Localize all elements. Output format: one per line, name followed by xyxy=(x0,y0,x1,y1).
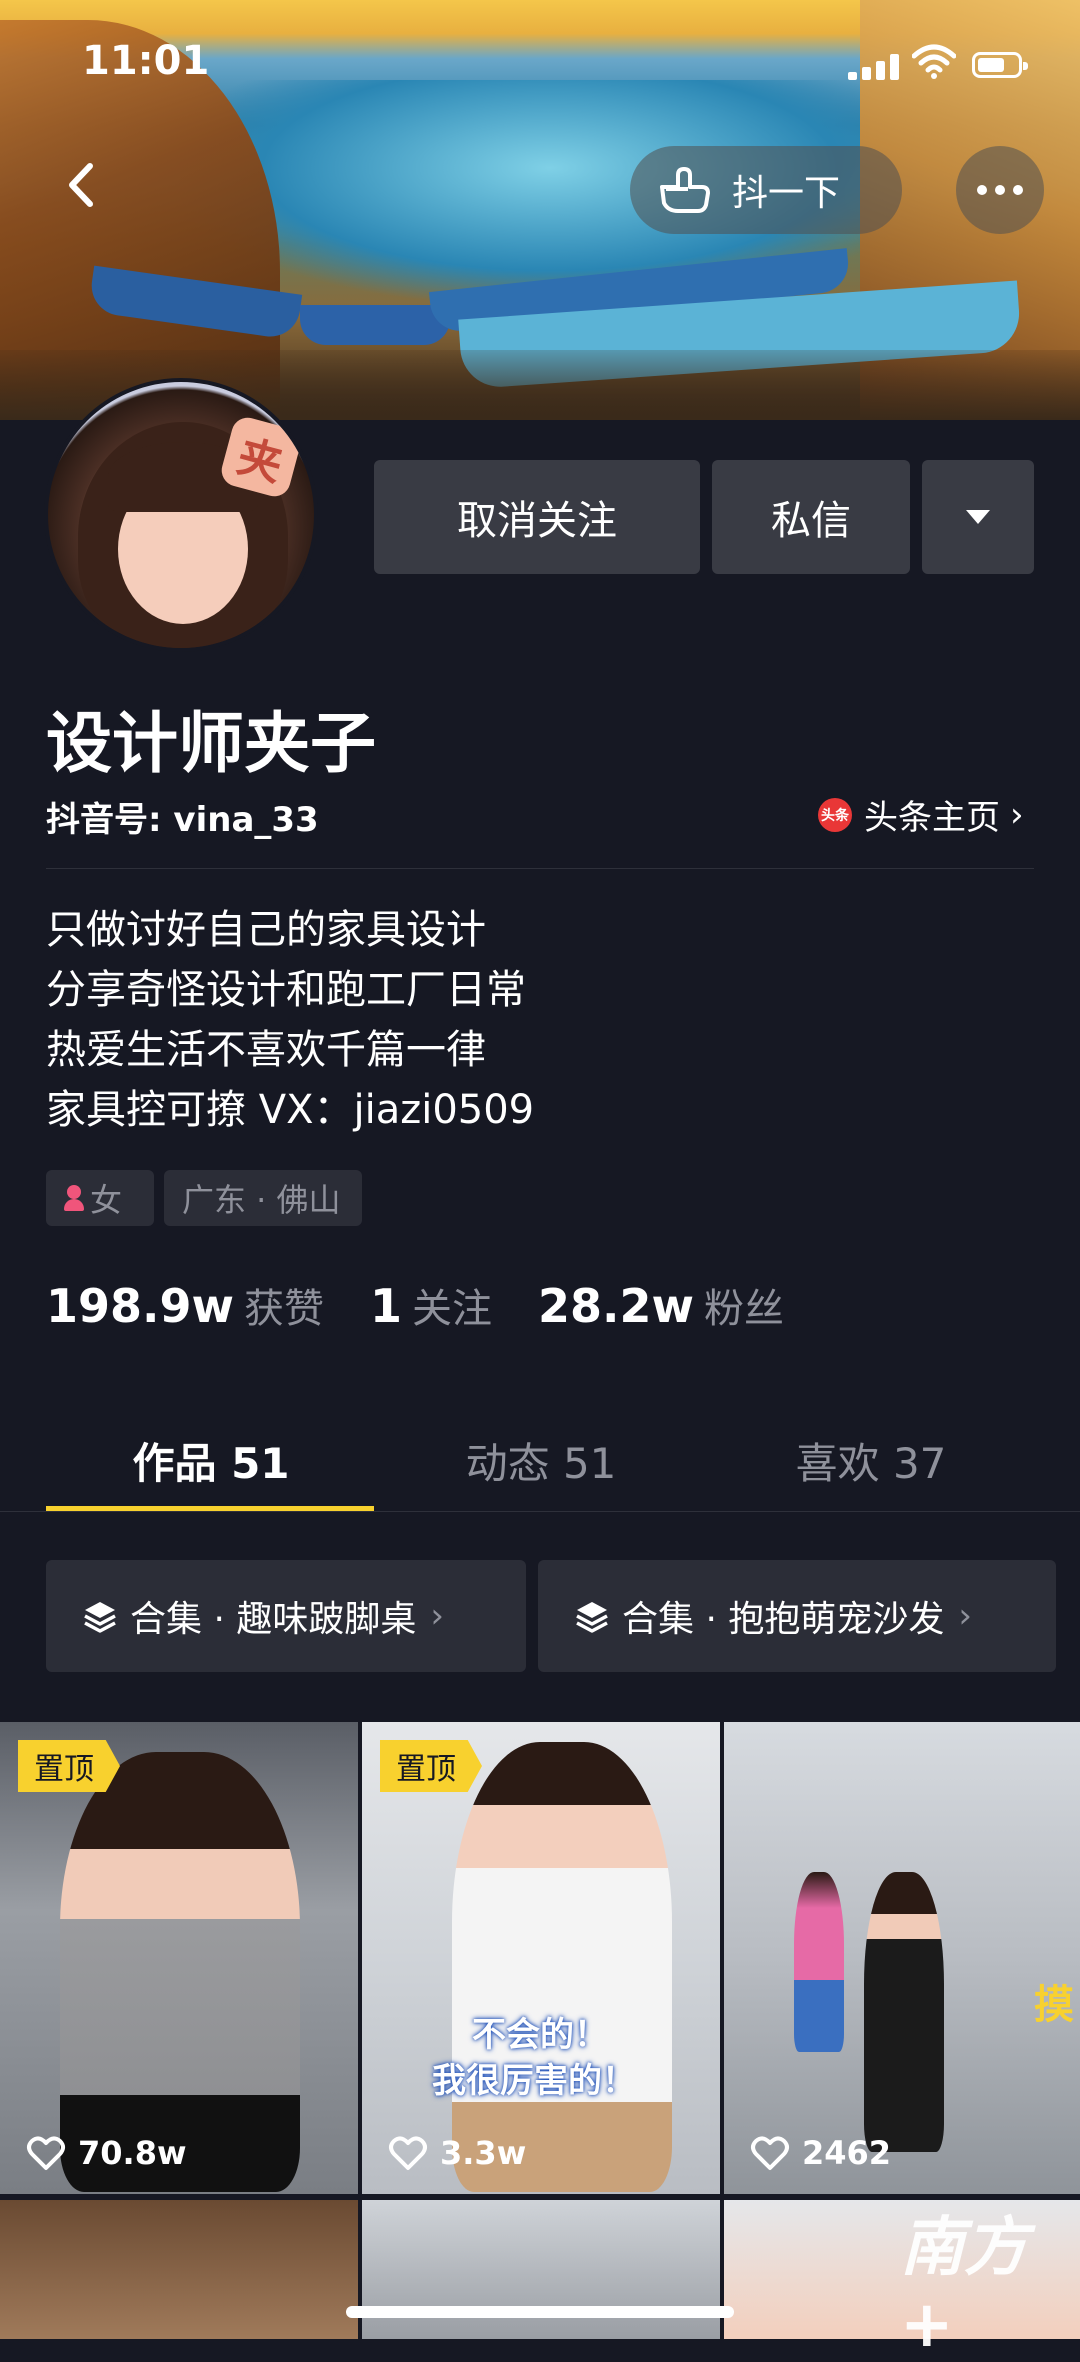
gender-label: 女 xyxy=(90,1181,123,1219)
video-likes: 3.3w xyxy=(388,2134,526,2172)
chevron-left-icon xyxy=(69,163,93,207)
collection-label: 合集 · 趣味跛脚桌 xyxy=(130,1599,417,1640)
back-button[interactable] xyxy=(46,150,116,220)
bio-line: 分享奇怪设计和跑工厂日常 xyxy=(46,967,526,1013)
cellular-signal-icon xyxy=(848,54,900,80)
following-label[interactable]: 关注 xyxy=(412,1276,492,1334)
layers-icon xyxy=(84,1602,116,1633)
video-thumbnail[interactable] xyxy=(0,2200,358,2339)
likes-count: 198.9w xyxy=(46,1279,234,1333)
more-options-button[interactable] xyxy=(956,146,1044,234)
profile-bio: 只做讨好自己的家具设计 分享奇怪设计和跑工厂日常 热爱生活不喜欢千篇一律 家具控… xyxy=(46,900,534,1140)
collection-label: 合集 · 抱抱萌宠沙发 xyxy=(622,1599,945,1640)
pinned-badge: 置顶 xyxy=(18,1740,120,1792)
gender-tag: 女 xyxy=(46,1170,154,1226)
video-likes-count: 3.3w xyxy=(440,2134,527,2172)
toutiao-logo-icon: 头条 xyxy=(818,797,852,832)
heart-icon xyxy=(751,2136,789,2170)
heart-icon xyxy=(27,2136,65,2170)
layers-icon xyxy=(576,1602,608,1633)
shake-button[interactable]: 抖一下 xyxy=(630,146,902,234)
bio-line: 家具控可撩 VX：jiazi0509 xyxy=(46,1087,535,1133)
video-side-text: 摸 xyxy=(1034,1982,1074,2028)
toutiao-link-label: 头条主页 xyxy=(864,798,1000,838)
status-time: 11:01 xyxy=(82,38,210,84)
home-indicator[interactable] xyxy=(346,2306,734,2318)
video-likes: 70.8w xyxy=(26,2134,187,2172)
douyin-id: 抖音号: vina_33 xyxy=(46,800,319,840)
bio-line: 只做讨好自己的家具设计 xyxy=(46,907,486,953)
avatar[interactable]: 夹 xyxy=(44,378,318,652)
divider xyxy=(0,1511,1080,1512)
pointing-hand-icon xyxy=(660,167,710,213)
toutiao-homepage-link[interactable]: 头条 头条主页 › xyxy=(818,790,1024,839)
tab-likes[interactable]: 喜欢 37 xyxy=(706,1430,1036,1491)
watermark-logo: 南方+ xyxy=(900,2211,1028,2362)
recommend-dropdown-button[interactable] xyxy=(922,460,1034,574)
shake-label: 抖一下 xyxy=(732,173,841,214)
followers-count[interactable]: 28.2w xyxy=(538,1279,694,1333)
profile-tabs: 作品 51 动态 51 喜欢 37 xyxy=(0,1400,1080,1510)
tab-posts[interactable]: 动态 51 xyxy=(376,1430,706,1491)
video-caption: 不会的！ 我很厉害的！ xyxy=(432,2012,636,2104)
video-likes: 2462 xyxy=(750,2134,891,2172)
likes-label: 获赞 xyxy=(244,1286,324,1332)
collection-card[interactable]: 合集 · 抱抱萌宠沙发 › xyxy=(538,1560,1056,1672)
chevron-right-icon: › xyxy=(430,1596,444,1636)
unfollow-button[interactable]: 取消关注 xyxy=(374,460,700,574)
profile-name: 设计师夹子 xyxy=(46,705,376,782)
heart-icon xyxy=(389,2136,427,2170)
following-count[interactable]: 1 xyxy=(370,1279,402,1333)
video-likes-count: 2462 xyxy=(802,2134,892,2172)
bio-line: 热爱生活不喜欢千篇一律 xyxy=(46,1027,486,1073)
video-caption-line: 我很厉害的！ xyxy=(432,2061,636,2101)
message-button[interactable]: 私信 xyxy=(712,460,910,574)
chevron-right-icon: › xyxy=(1010,794,1024,835)
video-thumbnail[interactable]: 置顶 70.8w xyxy=(0,1722,358,2194)
collection-card[interactable]: 合集 · 趣味跛脚桌 › xyxy=(46,1560,526,1672)
battery-icon xyxy=(972,52,1028,78)
chevron-right-icon: › xyxy=(958,1596,972,1636)
pinned-badge: 置顶 xyxy=(380,1740,482,1792)
divider xyxy=(46,868,1034,869)
video-caption-line: 不会的！ xyxy=(472,2015,608,2055)
video-likes-count: 70.8w xyxy=(78,2134,187,2172)
profile-stats: 198.9w 获赞 1 关注 28.2w 粉丝 xyxy=(46,1276,830,1334)
followers-label[interactable]: 粉丝 xyxy=(704,1276,784,1334)
tab-works[interactable]: 作品 51 xyxy=(46,1430,376,1491)
video-thumbnail[interactable] xyxy=(362,2200,720,2339)
caret-down-icon xyxy=(966,510,990,524)
video-thumbnail[interactable]: 摸 2462 xyxy=(724,1722,1080,2194)
wifi-icon xyxy=(911,44,957,80)
location-tag: 广东 · 佛山 xyxy=(164,1170,362,1226)
female-icon xyxy=(64,1185,84,1211)
video-thumbnail[interactable]: 置顶 不会的！ 我很厉害的！ 3.3w xyxy=(362,1722,720,2194)
